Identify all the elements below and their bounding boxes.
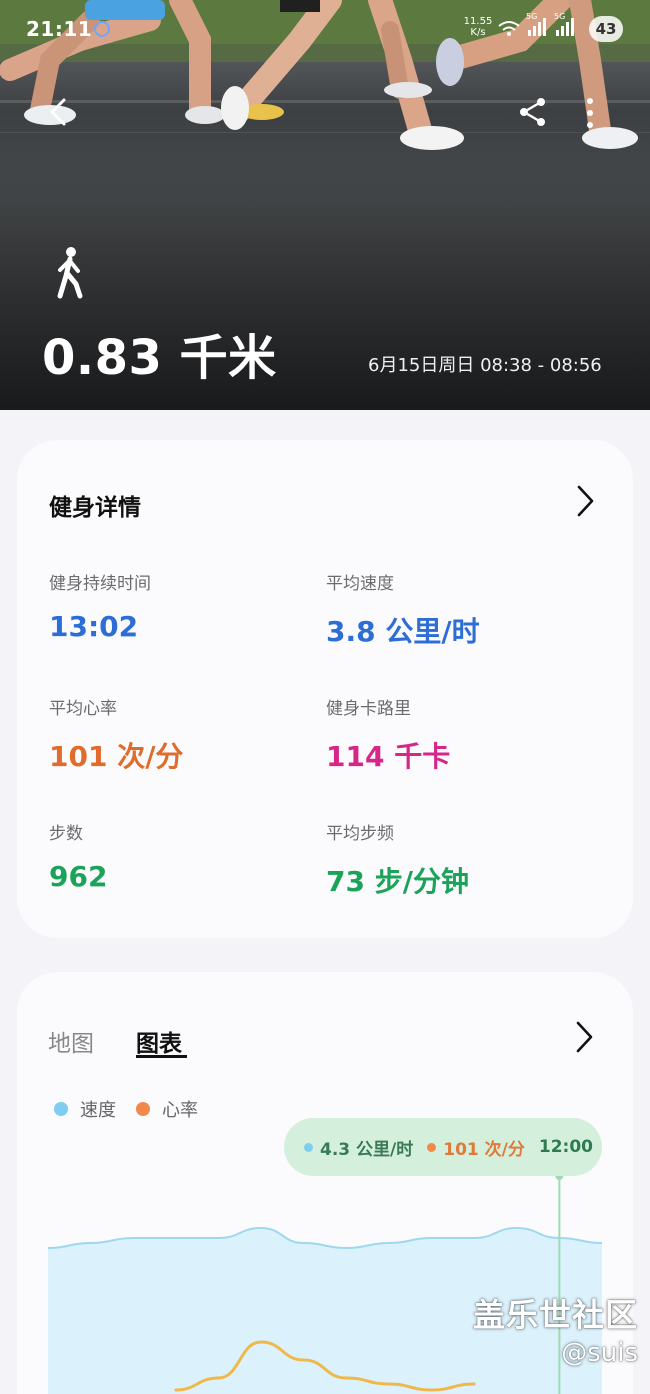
signal-label-2: 5G	[554, 12, 566, 21]
distance-value: 0.83 千米	[42, 330, 277, 386]
metric-cadence: 平均步频 73 步/分钟	[326, 819, 586, 900]
chart-tooltip: 4.3 公里/时 101 次/分 12:00	[284, 1118, 602, 1176]
tooltip-speed-dot	[304, 1142, 313, 1152]
chevron-right-icon[interactable]	[574, 484, 596, 518]
metric-value: 114 千卡	[326, 740, 451, 773]
metric-avg-heart-rate: 平均心率 101 次/分	[49, 694, 309, 775]
workout-details-card[interactable]: 健身详情 健身持续时间 13:02 平均速度 3.8 公里/时 平均心率 101…	[17, 440, 633, 938]
network-speed-unit: K/s	[470, 27, 486, 38]
tab-chart[interactable]: 图表	[136, 1024, 182, 1058]
signal-icon-2: 5G	[554, 12, 576, 42]
active-tab-indicator	[136, 1055, 187, 1058]
watermark-community: 盖乐世社区	[472, 1296, 638, 1334]
signal-label: 5G	[526, 12, 538, 21]
metric-steps: 步数 962	[49, 819, 309, 893]
metric-value: 962	[49, 860, 108, 893]
status-time: 21:11	[26, 17, 93, 41]
wifi-icon	[498, 20, 520, 42]
metric-label: 健身卡路里	[326, 699, 411, 719]
sync-icon	[94, 21, 110, 37]
speed-heart-rate-chart[interactable]	[17, 1172, 633, 1394]
metric-label: 平均速度	[326, 574, 394, 594]
chevron-right-icon[interactable]	[573, 1020, 595, 1054]
metric-value: 73 步/分钟	[326, 865, 469, 898]
battery-indicator: 43	[589, 16, 623, 42]
tooltip-heart-rate-dot	[427, 1142, 437, 1152]
network-speed-value: 11.55	[463, 16, 493, 27]
tab-map[interactable]: 地图	[48, 1024, 94, 1058]
watermark-user: @suis	[561, 1338, 638, 1368]
status-icons: 5G 5G	[498, 12, 576, 42]
workout-date-range: 6月15日周日 08:38 - 08:56	[368, 355, 602, 376]
metric-value: 101 次/分	[49, 740, 184, 773]
tooltip-heart-rate: 101 次/分	[443, 1139, 525, 1160]
metric-value: 3.8 公里/时	[326, 615, 480, 648]
tooltip-speed: 4.3 公里/时	[320, 1139, 414, 1160]
legend-heart-rate-dot	[136, 1102, 150, 1116]
metric-label: 健身持续时间	[49, 574, 151, 594]
details-title: 健身详情	[49, 495, 141, 521]
metric-value: 13:02	[49, 610, 139, 643]
hero-banner: 21:11 11.55 K/s 5G 5G 43 0.83 千米 6月15日周日…	[0, 0, 650, 410]
signal-icon: 5G	[526, 12, 548, 42]
metric-label: 步数	[49, 824, 83, 844]
legend-speed-dot	[54, 1102, 68, 1116]
legend-heart-rate: 心率	[136, 1096, 198, 1122]
walk-icon	[57, 247, 83, 299]
legend-label: 速度	[80, 1100, 116, 1121]
metric-duration: 健身持续时间 13:02	[49, 569, 309, 643]
back-icon[interactable]	[44, 96, 76, 128]
legend-speed: 速度	[54, 1096, 116, 1122]
metric-calories: 健身卡路里 114 千卡	[326, 694, 586, 775]
share-icon[interactable]	[518, 96, 548, 128]
metric-label: 平均心率	[49, 699, 117, 719]
metric-label: 平均步频	[326, 824, 394, 844]
more-options-icon[interactable]	[578, 96, 602, 130]
status-bar: 21:11 11.55 K/s 5G 5G 43	[0, 0, 650, 58]
legend-label: 心率	[162, 1100, 198, 1121]
metric-avg-speed: 平均速度 3.8 公里/时	[326, 569, 586, 650]
tooltip-time: 12:00	[538, 1137, 593, 1157]
network-speed: 11.55 K/s	[463, 16, 493, 38]
